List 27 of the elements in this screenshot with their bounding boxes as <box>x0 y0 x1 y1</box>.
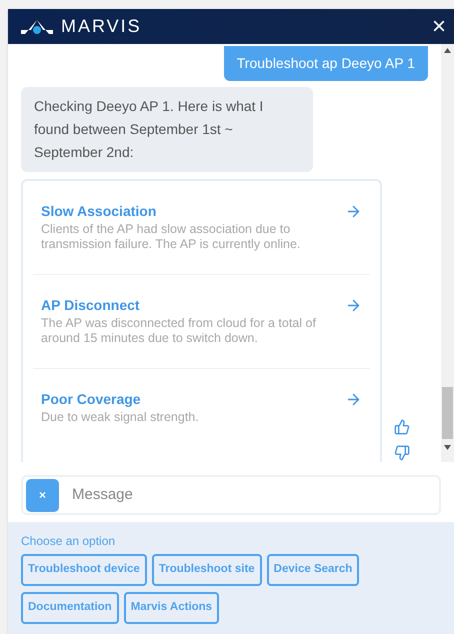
scrollbar-thumb[interactable] <box>442 387 453 439</box>
thumbs-down-icon[interactable] <box>394 445 410 461</box>
scroll-up-icon[interactable] <box>444 48 451 53</box>
close-button[interactable]: × <box>432 14 446 38</box>
scroll-down-icon[interactable] <box>444 445 451 450</box>
finding-title[interactable]: Slow Association <box>41 201 321 222</box>
arrow-icon[interactable] <box>345 391 362 408</box>
user-message: Troubleshoot ap Deeyo AP 1 <box>224 46 428 81</box>
finding-title[interactable]: AP Disconnect <box>41 295 321 316</box>
logo-icon <box>21 18 53 34</box>
option-button[interactable]: Marvis Actions <box>124 592 220 624</box>
option-button[interactable]: Troubleshoot site <box>152 554 262 586</box>
option-button[interactable]: Device Search <box>266 554 360 586</box>
window-title: MARVIS <box>61 15 142 38</box>
bot-message: Checking Deeyo AP 1. Here is what I found between September 1st ~ September 2nd: <box>21 87 313 172</box>
message-field[interactable]: × Message <box>21 475 441 515</box>
scrollbar[interactable] <box>441 44 454 462</box>
finding-description: The AP was disconnected from cloud for a total of around 15 minutes due to switch down. <box>41 316 317 346</box>
finding-title[interactable]: Poor Coverage <box>41 389 321 410</box>
thumbs-up-icon[interactable] <box>394 419 410 435</box>
finding-description: Due to weak signal strength. <box>41 410 200 425</box>
arrow-icon[interactable] <box>345 297 362 314</box>
option-button[interactable]: Troubleshoot device <box>21 554 147 586</box>
option-button[interactable]: Documentation <box>21 592 119 624</box>
clear-button[interactable]: × <box>26 478 59 512</box>
options-label: Choose an option <box>21 533 116 550</box>
finding-description: Clients of the AP had slow association due to transmission failure. The AP is currently online. <box>41 222 302 252</box>
